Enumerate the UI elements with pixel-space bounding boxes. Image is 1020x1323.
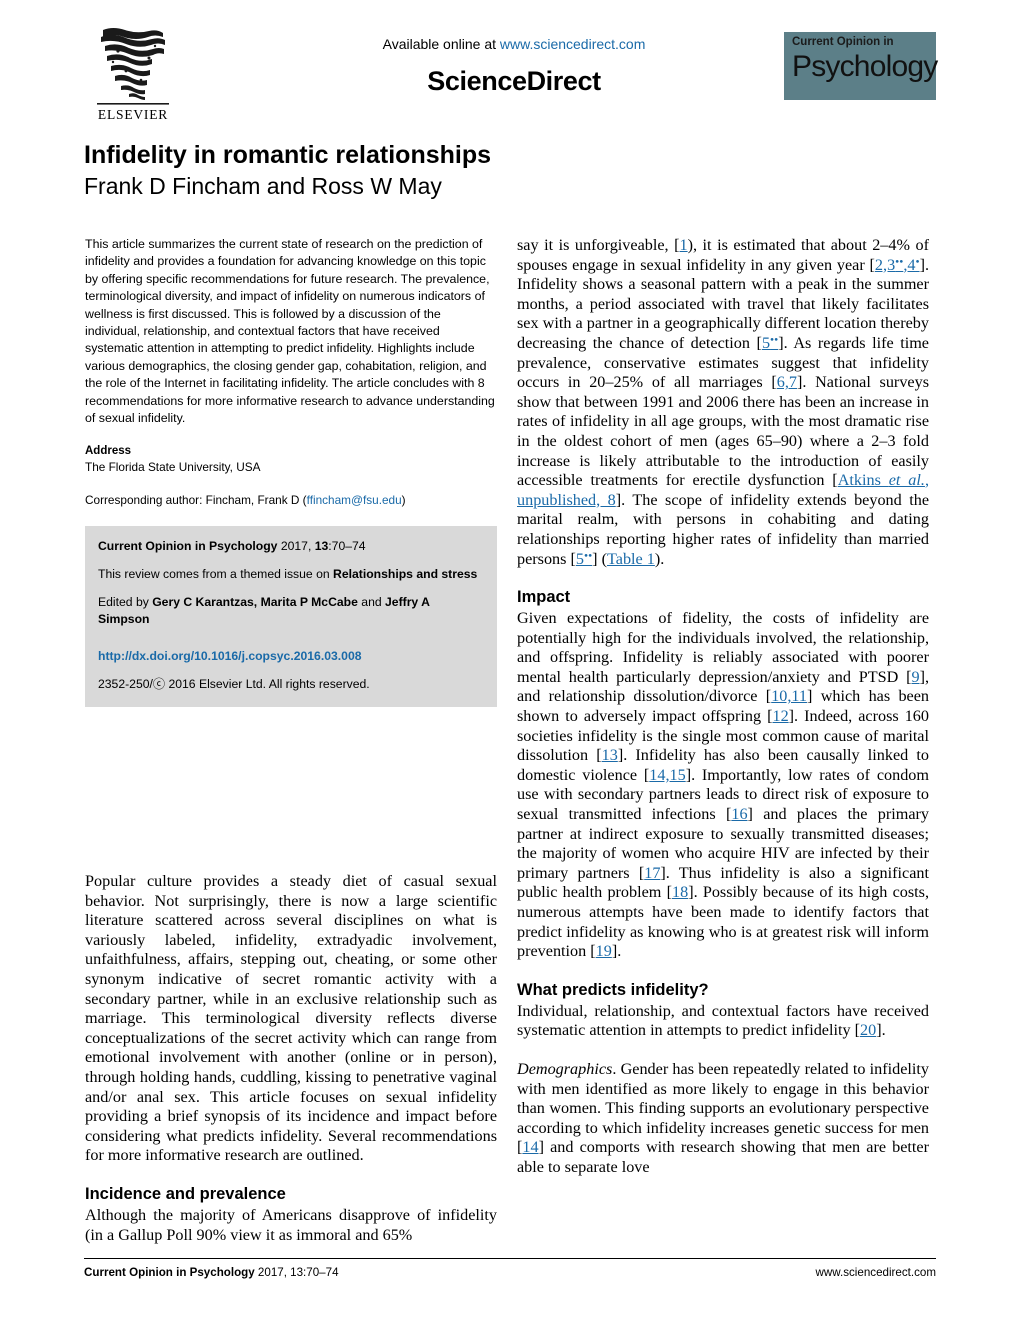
text-run: ). [654,549,665,568]
journal-badge-top-label: Current Opinion in [792,36,894,48]
table-1-link[interactable]: Table 1 [607,550,655,568]
text-run: ]. [611,942,622,961]
footer-website: www.sciencedirect.com [815,1266,936,1279]
reference-link-1[interactable]: 1 [680,236,688,254]
footer-journal-citation: 2017, 13:70–74 [254,1266,339,1279]
reference-label: 5 [575,549,584,568]
page-footer: Current Opinion in Psychology 2017, 13:7… [84,1258,936,1279]
corresponding-author-suffix: ) [401,493,406,508]
section-heading-what-predicts-infidelity: What predicts infidelity? [517,980,709,999]
sciencedirect-url-link[interactable]: www.sciencedirect.com [500,36,646,52]
demographics-run-in-heading: Demographics [517,1059,613,1078]
footer-citation: Current Opinion in Psychology 2017, 13:7… [84,1266,339,1279]
reference-link-4[interactable]: ,4• [903,256,919,274]
reference-link-2-3[interactable]: 2,3•• [875,256,903,274]
reference-link-13[interactable]: 13 [602,746,618,764]
citation-volume: 13 [314,539,329,554]
corresponding-author-line: Corresponding author: Fincham, Frank D (… [85,492,497,508]
abstract-text: This article summarizes the current stat… [85,237,495,426]
elsevier-logo: ELSEVIER [84,24,182,123]
page-title: Infidelity in romantic relationships [84,141,492,169]
available-online-line: Available online at www.sciencedirect.co… [264,36,764,52]
editor-names-first: Gery C Karantzas, Marita P McCabe [152,595,358,610]
themed-issue-prefix: This review comes from a themed issue on [98,567,334,582]
doi-link[interactable]: http://dx.doi.org/10.1016/j.copsyc.2016.… [98,649,362,663]
editors-prefix: Edited by [98,595,153,610]
reference-link-17[interactable]: 17 [644,864,660,882]
reference-stars: •• [584,549,593,563]
article-page: ELSEVIER Available online at www.science… [0,0,1020,1323]
available-online-prefix: Available online at [382,36,500,52]
section-heading-impact: Impact [517,588,571,607]
citation-journal-name: Current Opinion in Psychology [98,539,278,554]
author-list: Frank D Fincham and Ross W May [84,173,442,199]
reference-label: Atkins [837,471,889,490]
intro-paragraph: Popular culture provides a steady diet o… [85,872,497,1165]
themed-issue-line: This review comes from a themed issue on… [98,566,484,583]
reference-stars: •• [770,333,779,347]
demographics-paragraph: Demographics. Gender has been repeatedly… [517,1060,929,1178]
citation-journal-line: Current Opinion in Psychology 2017, 13:7… [98,538,484,555]
predicts-paragraph: Individual, relationship, and contextual… [517,1002,929,1041]
text-run: ]. [876,1021,886,1040]
prevalence-continuation-paragraph: say it is unforgiveable, [1), it is esti… [517,236,930,568]
left-column-body: Popular culture provides a steady diet o… [85,872,497,1245]
themed-issue-name: Relationships and stress [333,567,478,582]
editors-conjunction: and [357,595,386,610]
text-run: ] and comports with research showing tha… [517,1138,929,1176]
doi-line: http://dx.doi.org/10.1016/j.copsyc.2016.… [98,648,484,665]
journal-badge-title: Psychology [792,50,938,83]
journal-badge: Current Opinion in Psychology [784,32,938,100]
address-heading: Address [85,445,132,458]
text-run: Given expectations of fidelity, the cost… [517,609,929,686]
reference-label: ,4 [903,255,916,274]
elsevier-wordmark: ELSEVIER [97,107,169,122]
reference-etal: et al. [888,471,925,490]
reference-link-5b[interactable]: 5•• [576,550,592,568]
reference-link-16[interactable]: 16 [731,805,747,823]
reference-link-6-7[interactable]: 6,7 [777,373,797,391]
reference-link-12[interactable]: 12 [772,707,788,725]
left-column: This article summarizes the current stat… [85,236,497,708]
impact-paragraph: Given expectations of fidelity, the cost… [517,609,929,962]
incidence-paragraph: Although the majority of Americans disap… [85,1205,497,1244]
citation-box: Current Opinion in Psychology 2017, 13:7… [85,526,497,708]
available-online-block: Available online at www.sciencedirect.co… [264,36,764,97]
citation-year: 2017, [277,539,315,554]
sciencedirect-wordmark: ScienceDirect [427,66,601,96]
reference-link-19[interactable]: 19 [596,942,612,960]
reference-label: 2,3 [874,255,896,274]
text-run: ] ( [592,549,607,568]
title-block: Infidelity in romantic relationships Fra… [84,140,936,200]
text-run: say it is unforgiveable, [517,236,675,254]
reference-link-18[interactable]: 18 [672,883,688,901]
corresponding-author-email-link[interactable]: ffincham@fsu.edu [307,493,402,507]
corresponding-author-prefix: Corresponding author: Fincham, Frank D ( [85,493,307,508]
reference-label: 5 [761,333,771,352]
copyright-line: 2352-250/ⓒ 2016 Elsevier Ltd. All rights… [98,677,370,692]
reference-link-5[interactable]: 5•• [762,334,778,352]
right-column: say it is unforgiveable, [1), it is esti… [517,236,929,1178]
address-line: The Florida State University, USA [85,460,261,475]
reference-link-20[interactable]: 20 [860,1021,876,1039]
reference-link-10-11[interactable]: 10,11 [771,687,807,705]
reference-link-9[interactable]: 9 [911,668,919,686]
elsevier-tree-icon [91,24,175,106]
footer-journal-name: Current Opinion in Psychology [84,1266,255,1279]
editors-line: Edited by Gery C Karantzas, Marita P McC… [98,594,484,628]
citation-pages: :70–74 [328,539,366,554]
reference-link-14-15[interactable]: 14,15 [649,766,685,784]
section-heading-incidence: Incidence and prevalence [85,1184,286,1203]
masthead: ELSEVIER Available online at www.science… [84,24,938,132]
reference-link-14[interactable]: 14 [522,1138,538,1156]
